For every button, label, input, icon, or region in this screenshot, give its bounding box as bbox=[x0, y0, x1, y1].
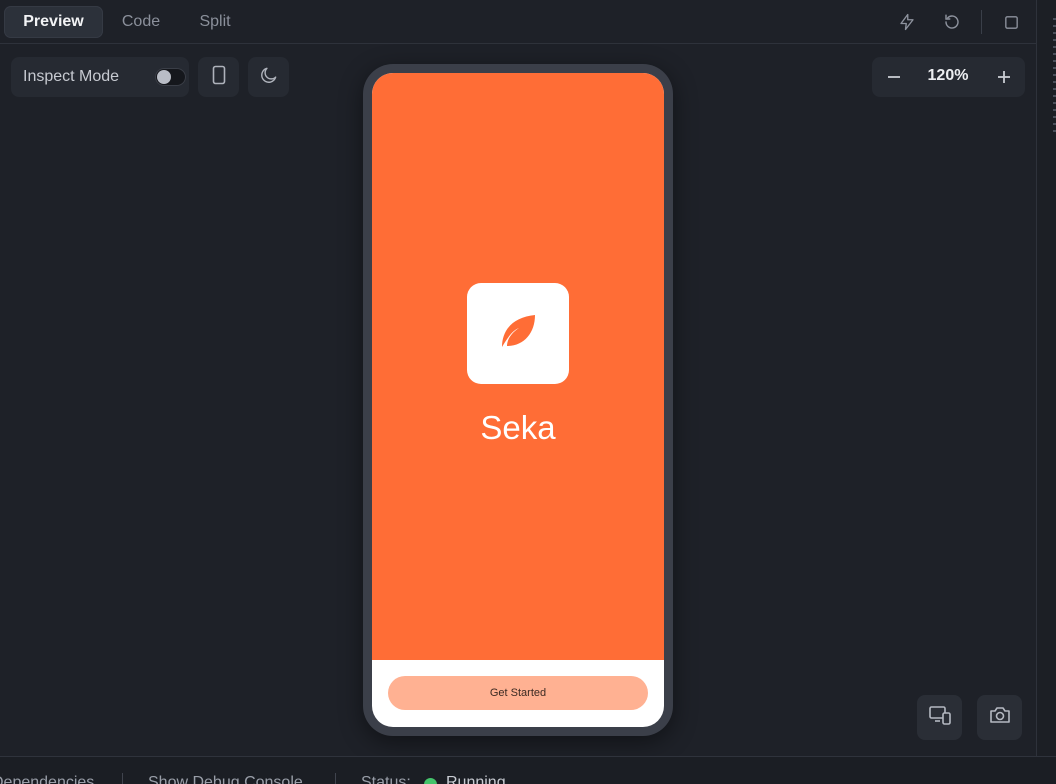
zoom-out-button[interactable] bbox=[878, 61, 910, 93]
theme-toggle-button[interactable] bbox=[248, 57, 289, 97]
camera-icon bbox=[988, 704, 1012, 731]
phone-icon bbox=[211, 65, 227, 90]
zoom-control: 120% bbox=[872, 57, 1025, 97]
screenshot-button[interactable] bbox=[977, 695, 1022, 740]
top-divider bbox=[981, 10, 982, 34]
splash-screen: Seka bbox=[372, 73, 664, 660]
tab-preview[interactable]: Preview bbox=[4, 6, 103, 38]
top-bar: Preview Code Split bbox=[0, 0, 1036, 44]
dependencies-button[interactable]: Dependencies bbox=[0, 774, 94, 784]
responsive-devices-button[interactable] bbox=[917, 695, 962, 740]
square-icon[interactable] bbox=[999, 10, 1023, 34]
status-separator bbox=[122, 773, 123, 784]
app-name: Seka bbox=[480, 409, 556, 446]
inspect-mode-toggle[interactable] bbox=[155, 68, 186, 86]
phone-frame: Seka Get Started bbox=[363, 64, 673, 736]
status-indicator bbox=[424, 778, 437, 784]
lightning-icon[interactable] bbox=[895, 10, 919, 34]
right-panel-strip[interactable] bbox=[1037, 0, 1056, 756]
moon-icon bbox=[259, 65, 279, 90]
refresh-icon[interactable] bbox=[940, 10, 964, 34]
get-started-button[interactable]: Get Started bbox=[388, 676, 648, 710]
inspect-mode-control: Inspect Mode bbox=[11, 57, 189, 97]
device-toggle-button[interactable] bbox=[198, 57, 239, 97]
leaf-icon bbox=[498, 311, 538, 356]
debug-console-button[interactable]: Show Debug Console bbox=[148, 774, 303, 784]
inspect-mode-label: Inspect Mode bbox=[23, 68, 120, 85]
status-separator bbox=[335, 773, 336, 784]
phone-screen: Seka Get Started bbox=[372, 73, 664, 727]
zoom-in-button[interactable] bbox=[988, 61, 1020, 93]
zoom-level: 120% bbox=[927, 67, 969, 84]
status-label: Status: bbox=[361, 774, 411, 784]
responsive-devices-icon bbox=[928, 704, 952, 731]
tab-code[interactable]: Code bbox=[110, 6, 172, 38]
status-value: Running bbox=[446, 774, 506, 784]
tab-split[interactable]: Split bbox=[186, 6, 244, 38]
status-bar: Dependencies Show Debug Console Status: … bbox=[0, 756, 1056, 784]
app-logo bbox=[467, 283, 569, 384]
